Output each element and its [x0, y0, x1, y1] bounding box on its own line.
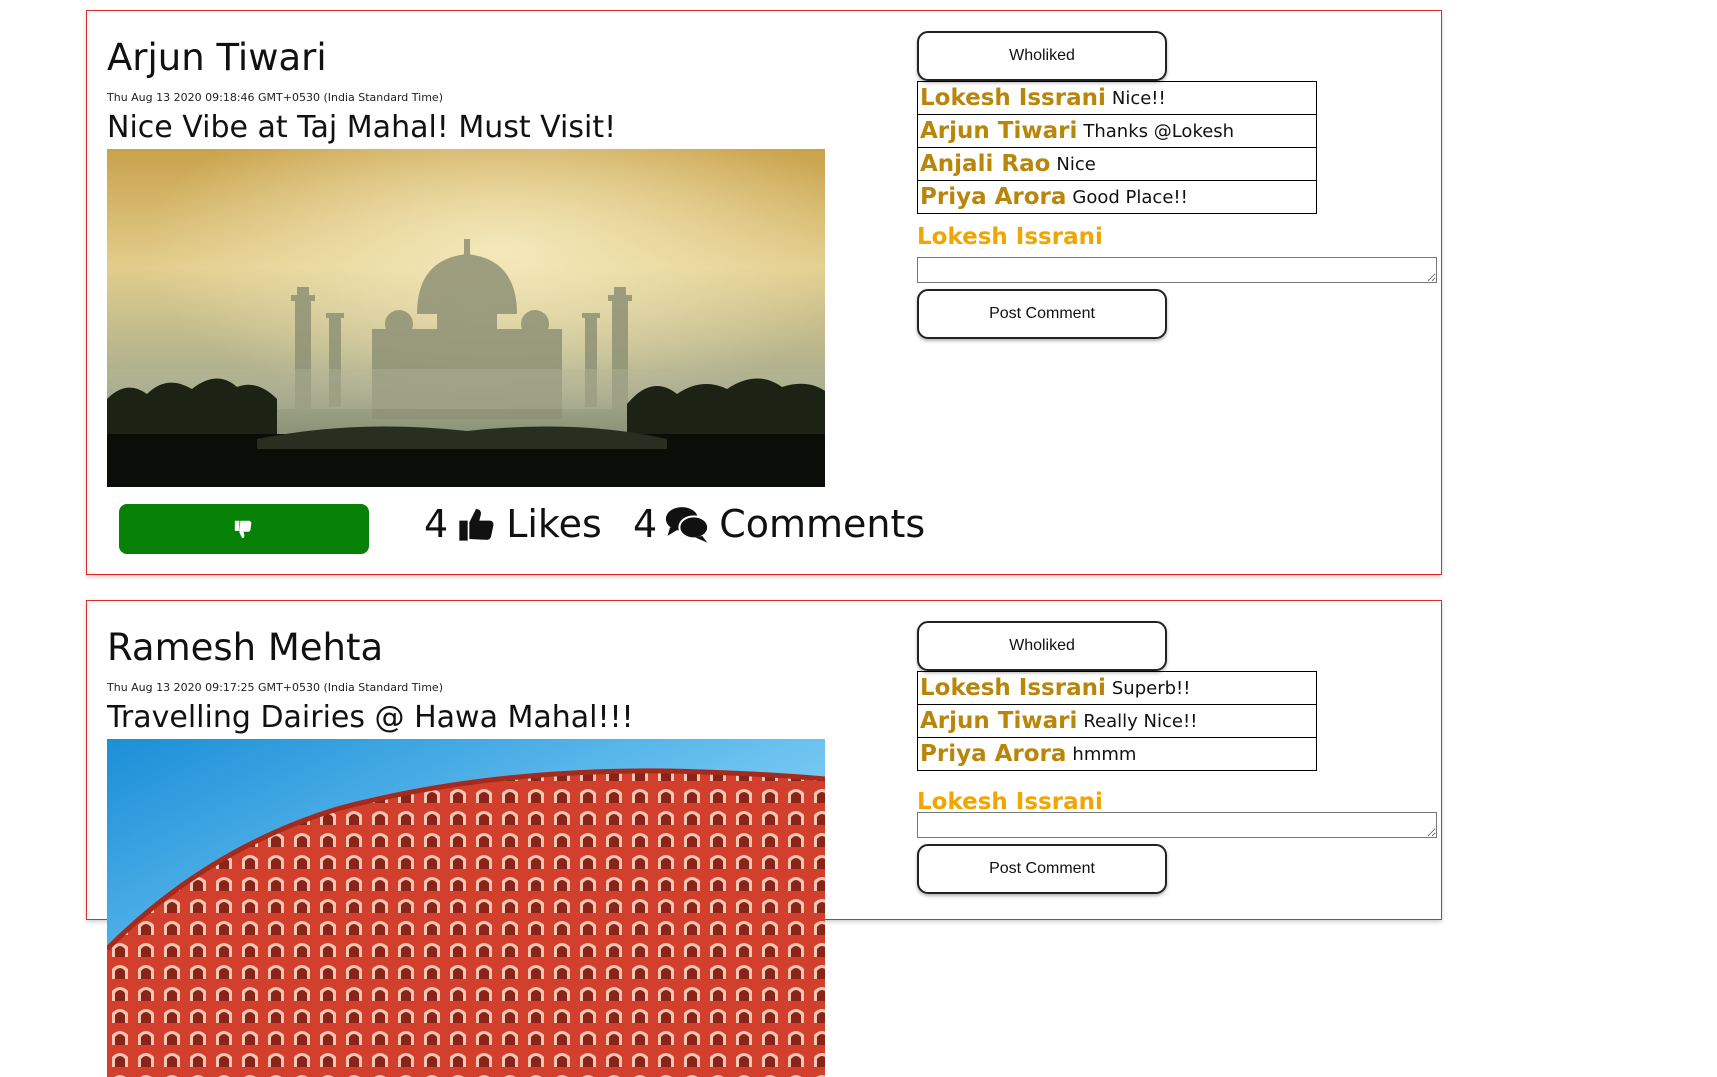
comments-icon: [666, 507, 710, 543]
commenter-name: Arjun Tiwari: [920, 708, 1078, 734]
hawa-mahal-photo: [107, 739, 825, 1077]
comment-item: Anjali Rao Nice: [917, 147, 1317, 181]
post-caption: Travelling Dairies @ Hawa Mahal!!!: [107, 700, 634, 735]
comment-item: Arjun Tiwari Thanks @Lokesh: [917, 114, 1317, 148]
wholiked-button[interactable]: Wholiked: [917, 31, 1167, 81]
comment-input[interactable]: [917, 257, 1437, 283]
comments-label: Comments: [719, 502, 926, 546]
comment-item: Lokesh Issrani Nice!!: [917, 81, 1317, 115]
comment-input[interactable]: [917, 812, 1437, 838]
post-timestamp: Thu Aug 13 2020 09:17:25 GMT+0530 (India…: [107, 681, 443, 694]
post-card: Arjun Tiwari Thu Aug 13 2020 09:18:46 GM…: [86, 10, 1442, 575]
post-card: Ramesh Mehta Thu Aug 13 2020 09:17:25 GM…: [86, 600, 1442, 1077]
commenter-name: Arjun Tiwari: [920, 118, 1078, 144]
comment-text: hmmm: [1072, 743, 1137, 765]
comment-item: Lokesh Issrani Superb!!: [917, 671, 1317, 705]
comments-count: 4 Comments: [633, 499, 925, 549]
post-comment-button[interactable]: Post Comment: [917, 844, 1167, 894]
likes-number: 4: [424, 502, 449, 546]
commenter-name: Lokesh Issrani: [920, 675, 1106, 701]
commenter-name: Priya Arora: [920, 741, 1067, 767]
post-author: Ramesh Mehta: [107, 626, 384, 669]
thumbs-down-icon: [234, 520, 252, 539]
commenter-name: Anjali Rao: [920, 151, 1051, 177]
likes-label: Likes: [506, 502, 602, 546]
dislike-button[interactable]: [119, 504, 369, 554]
comment-item: Priya Arora Good Place!!: [917, 180, 1317, 214]
commenter-name: Lokesh Issrani: [920, 85, 1106, 111]
comment-text: Nice: [1056, 153, 1096, 175]
post-timestamp: Thu Aug 13 2020 09:18:46 GMT+0530 (India…: [107, 91, 443, 104]
post-caption: Nice Vibe at Taj Mahal! Must Visit!: [107, 110, 617, 145]
likes-count: 4 Likes: [424, 499, 602, 549]
comment-text: Nice!!: [1111, 87, 1166, 109]
comment-text: Really Nice!!: [1083, 710, 1198, 732]
wholiked-button[interactable]: Wholiked: [917, 621, 1167, 671]
post-comment-button[interactable]: Post Comment: [917, 289, 1167, 339]
taj-mahal-photo: [107, 149, 825, 487]
comment-item: Priya Arora hmmm: [917, 737, 1317, 771]
commenter-name: Priya Arora: [920, 184, 1067, 210]
comments-list: Lokesh Issrani Nice!! Arjun Tiwari Thank…: [917, 81, 1317, 214]
comment-text: Superb!!: [1111, 677, 1191, 699]
comments-number: 4: [633, 502, 658, 546]
current-user-name: Lokesh Issrani: [917, 224, 1103, 250]
post-author: Arjun Tiwari: [107, 36, 327, 79]
comment-text: Thanks @Lokesh: [1083, 120, 1235, 142]
thumbs-up-icon: [459, 509, 494, 541]
comment-item: Arjun Tiwari Really Nice!!: [917, 704, 1317, 738]
comments-list: Lokesh Issrani Superb!! Arjun Tiwari Rea…: [917, 671, 1317, 771]
comment-text: Good Place!!: [1072, 186, 1188, 208]
